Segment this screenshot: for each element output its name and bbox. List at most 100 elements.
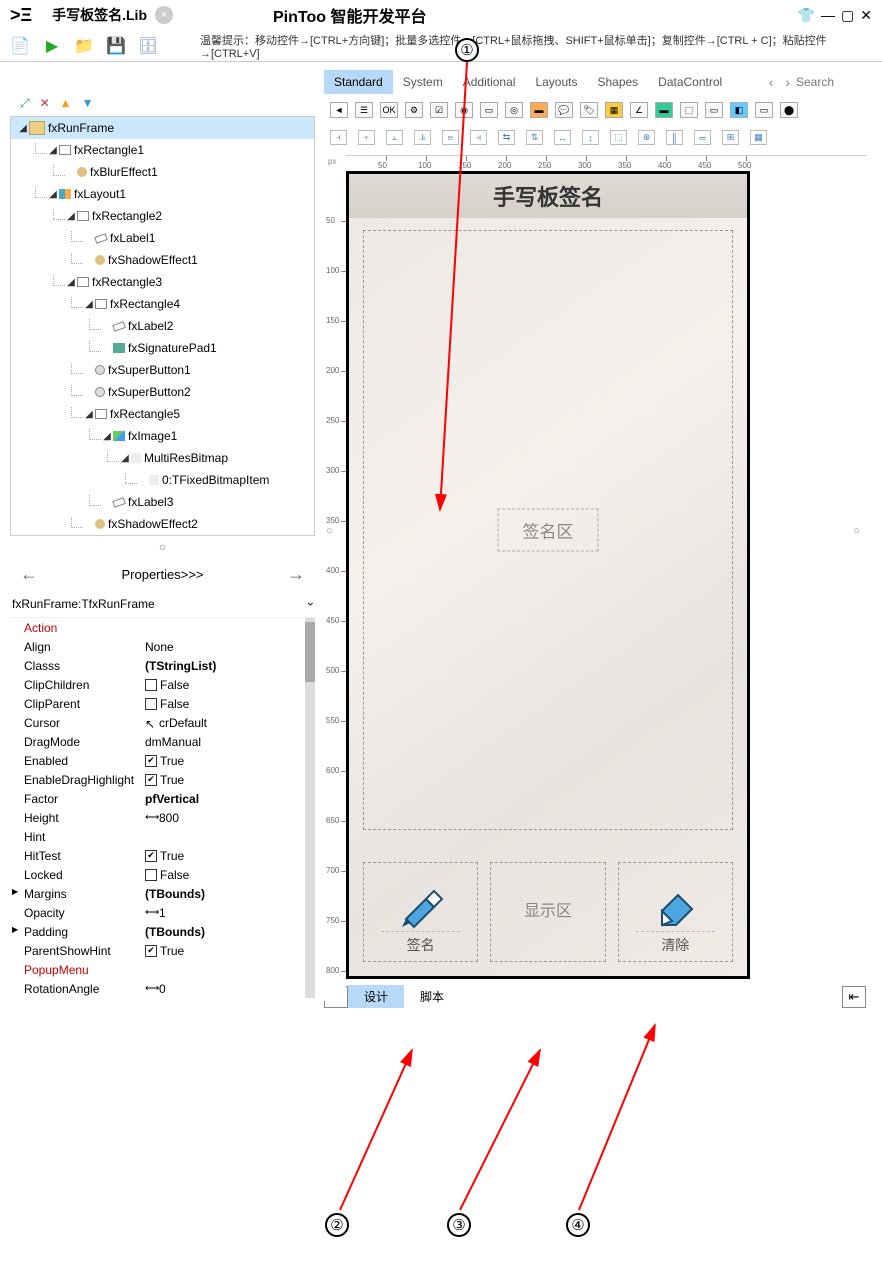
tree-item[interactable]: ◢fxRectangle3 xyxy=(11,271,314,293)
tree-delete-icon[interactable]: ✕ xyxy=(40,96,50,110)
open-icon[interactable]: 📁 xyxy=(74,36,94,56)
comp-radio-icon[interactable]: ◉ xyxy=(455,102,473,118)
checkbox-icon[interactable]: ✔ xyxy=(145,945,157,957)
signature-area[interactable]: 签名区 xyxy=(363,230,733,830)
comp-image-icon[interactable]: ▦ xyxy=(605,102,623,118)
collapse-right-icon[interactable]: ⇤ xyxy=(842,986,866,1008)
tree-item[interactable]: ◢fxRectangle1 xyxy=(11,139,314,161)
tree-item[interactable]: fxSuperButton2 xyxy=(11,381,314,403)
property-row[interactable]: Padding(TBounds) xyxy=(10,922,315,941)
align-center-h-icon[interactable]: ⫟ xyxy=(358,130,375,145)
tree-item[interactable]: 0:TFixedBitmapItem xyxy=(11,469,314,491)
tab-system[interactable]: System xyxy=(393,70,453,94)
property-grid[interactable]: ActionAlignNoneClasss(TStringList)ClipCh… xyxy=(10,618,315,998)
property-row[interactable]: FactorpfVertical xyxy=(10,789,315,808)
tree-item[interactable]: ◢fxLayout1 xyxy=(11,183,314,205)
comp-edit-icon[interactable]: ∠ xyxy=(630,102,648,118)
property-row[interactable]: Margins(TBounds) xyxy=(10,884,315,903)
checkbox-icon[interactable] xyxy=(145,698,157,710)
checkbox-icon[interactable] xyxy=(145,869,157,881)
tab-layouts[interactable]: Layouts xyxy=(525,70,587,94)
sign-button[interactable]: 签名 xyxy=(363,862,478,962)
tree-item[interactable]: fxLabel1 xyxy=(11,227,314,249)
comp-ok-icon[interactable]: OK xyxy=(380,102,398,118)
checkbox-icon[interactable]: ✔ xyxy=(145,774,157,786)
property-value[interactable]: ✔True xyxy=(145,944,315,958)
property-value[interactable]: ⟷0 xyxy=(145,982,315,996)
tab-shapes[interactable]: Shapes xyxy=(587,70,648,94)
tree-up-icon[interactable]: ▲ xyxy=(60,96,72,110)
property-value[interactable]: (TBounds) xyxy=(145,925,315,939)
tree-toggle-icon[interactable]: ◢ xyxy=(17,123,29,134)
run-icon[interactable]: ▶ xyxy=(42,36,62,56)
tree-item[interactable]: fxShadowEffect2 xyxy=(11,513,314,535)
property-value[interactable]: pfVertical xyxy=(145,792,315,806)
save-icon[interactable]: 💾 xyxy=(106,36,126,56)
property-value[interactable]: ⟷800 xyxy=(145,811,315,825)
dist-h-icon[interactable]: ⇆ xyxy=(498,130,515,145)
comp-check-icon[interactable]: ☑ xyxy=(430,102,448,118)
component-tree[interactable]: ◢fxRunFrame◢fxRectangle1fxBlurEffect1◢fx… xyxy=(10,116,315,536)
property-row[interactable]: DragModedmManual xyxy=(10,732,315,751)
search-input[interactable] xyxy=(796,75,866,89)
tree-item[interactable]: ◢fxRectangle2 xyxy=(11,205,314,227)
comp-layout-icon[interactable]: ◧ xyxy=(730,102,748,118)
close-tab-button[interactable]: × xyxy=(155,6,173,24)
checkbox-icon[interactable] xyxy=(145,679,157,691)
property-value[interactable]: ✔True xyxy=(145,773,315,787)
checkbox-icon[interactable]: ✔ xyxy=(145,850,157,862)
minimize-button[interactable]: — xyxy=(821,7,835,23)
same-width-icon[interactable]: ↔ xyxy=(554,130,571,145)
new-icon[interactable]: 📄 xyxy=(10,36,30,56)
tree-down-icon[interactable]: ▼ xyxy=(82,96,94,110)
property-value[interactable]: (TBounds) xyxy=(145,887,315,901)
tree-item[interactable]: fxLabel2 xyxy=(11,315,314,337)
tree-item[interactable]: fxBlurEffect1 xyxy=(11,161,314,183)
property-value[interactable]: False xyxy=(145,678,315,692)
prev-arrow-icon[interactable]: ← xyxy=(20,564,38,585)
property-value[interactable]: ✔True xyxy=(145,754,315,768)
tab-script[interactable]: 脚本 xyxy=(404,985,460,1008)
next-arrow-icon[interactable]: → xyxy=(287,564,305,585)
tree-collapse-icon[interactable]: ⤢ xyxy=(20,96,30,111)
tree-item[interactable]: ◢fxImage1 xyxy=(11,425,314,447)
close-window-button[interactable]: ✕ xyxy=(860,7,872,24)
property-row[interactable]: Classs(TStringList) xyxy=(10,656,315,675)
tree-item[interactable]: fxSignaturePad1 xyxy=(11,337,314,359)
property-value[interactable]: False xyxy=(145,868,315,882)
tree-toggle-icon[interactable]: ◢ xyxy=(119,453,131,464)
tree-item[interactable]: ◢MultiResBitmap xyxy=(11,447,314,469)
property-row[interactable]: HitTest✔True xyxy=(10,846,315,865)
center-canvas-icon[interactable]: ⊕ xyxy=(638,130,655,145)
maximize-button[interactable]: ▢ xyxy=(841,7,854,24)
tree-item[interactable]: fxShadowEffect1 xyxy=(11,249,314,271)
snap-icon[interactable]: ▦ xyxy=(750,130,767,145)
property-value[interactable]: False xyxy=(145,697,315,711)
property-row[interactable]: Height⟷800 xyxy=(10,808,315,827)
tree-toggle-icon[interactable]: ◢ xyxy=(47,189,59,200)
comp-toggle-icon[interactable]: ⬤ xyxy=(780,102,798,118)
property-row[interactable]: EnableDragHighlight✔True xyxy=(10,770,315,789)
tabs-next-icon[interactable]: › xyxy=(779,74,796,90)
dist-v-icon[interactable]: ⇅ xyxy=(526,130,543,145)
grid-icon[interactable]: ⊞ xyxy=(722,130,739,145)
property-row[interactable]: ClipParentFalse xyxy=(10,694,315,713)
comp-panel-icon[interactable]: ▬ xyxy=(530,102,548,118)
display-area[interactable]: 显示区 xyxy=(490,862,605,962)
property-row[interactable]: ClipChildrenFalse xyxy=(10,675,315,694)
comp-menu-icon[interactable]: ☰ xyxy=(355,102,373,118)
property-row[interactable]: Enabled✔True xyxy=(10,751,315,770)
comp-pointer-icon[interactable]: ◄ xyxy=(330,102,348,118)
comp-status-icon[interactable]: ▭ xyxy=(755,102,773,118)
tree-item[interactable]: ◢fxRunFrame xyxy=(11,117,314,139)
canvas[interactable]: 手写板签名 签名区 签名 显示区 xyxy=(346,171,866,979)
tree-toggle-icon[interactable]: ◢ xyxy=(47,145,59,156)
property-row[interactable]: PopupMenu xyxy=(10,960,315,979)
property-value[interactable]: ⟷1 xyxy=(145,906,315,920)
property-row[interactable]: LockedFalse xyxy=(10,865,315,884)
clear-button[interactable]: 清除 xyxy=(618,862,733,962)
tree-item[interactable]: ◢fxRectangle4 xyxy=(11,293,314,315)
property-row[interactable]: Hint xyxy=(10,827,315,846)
property-row[interactable]: Action xyxy=(10,618,315,637)
tab-standard[interactable]: Standard xyxy=(324,70,393,94)
